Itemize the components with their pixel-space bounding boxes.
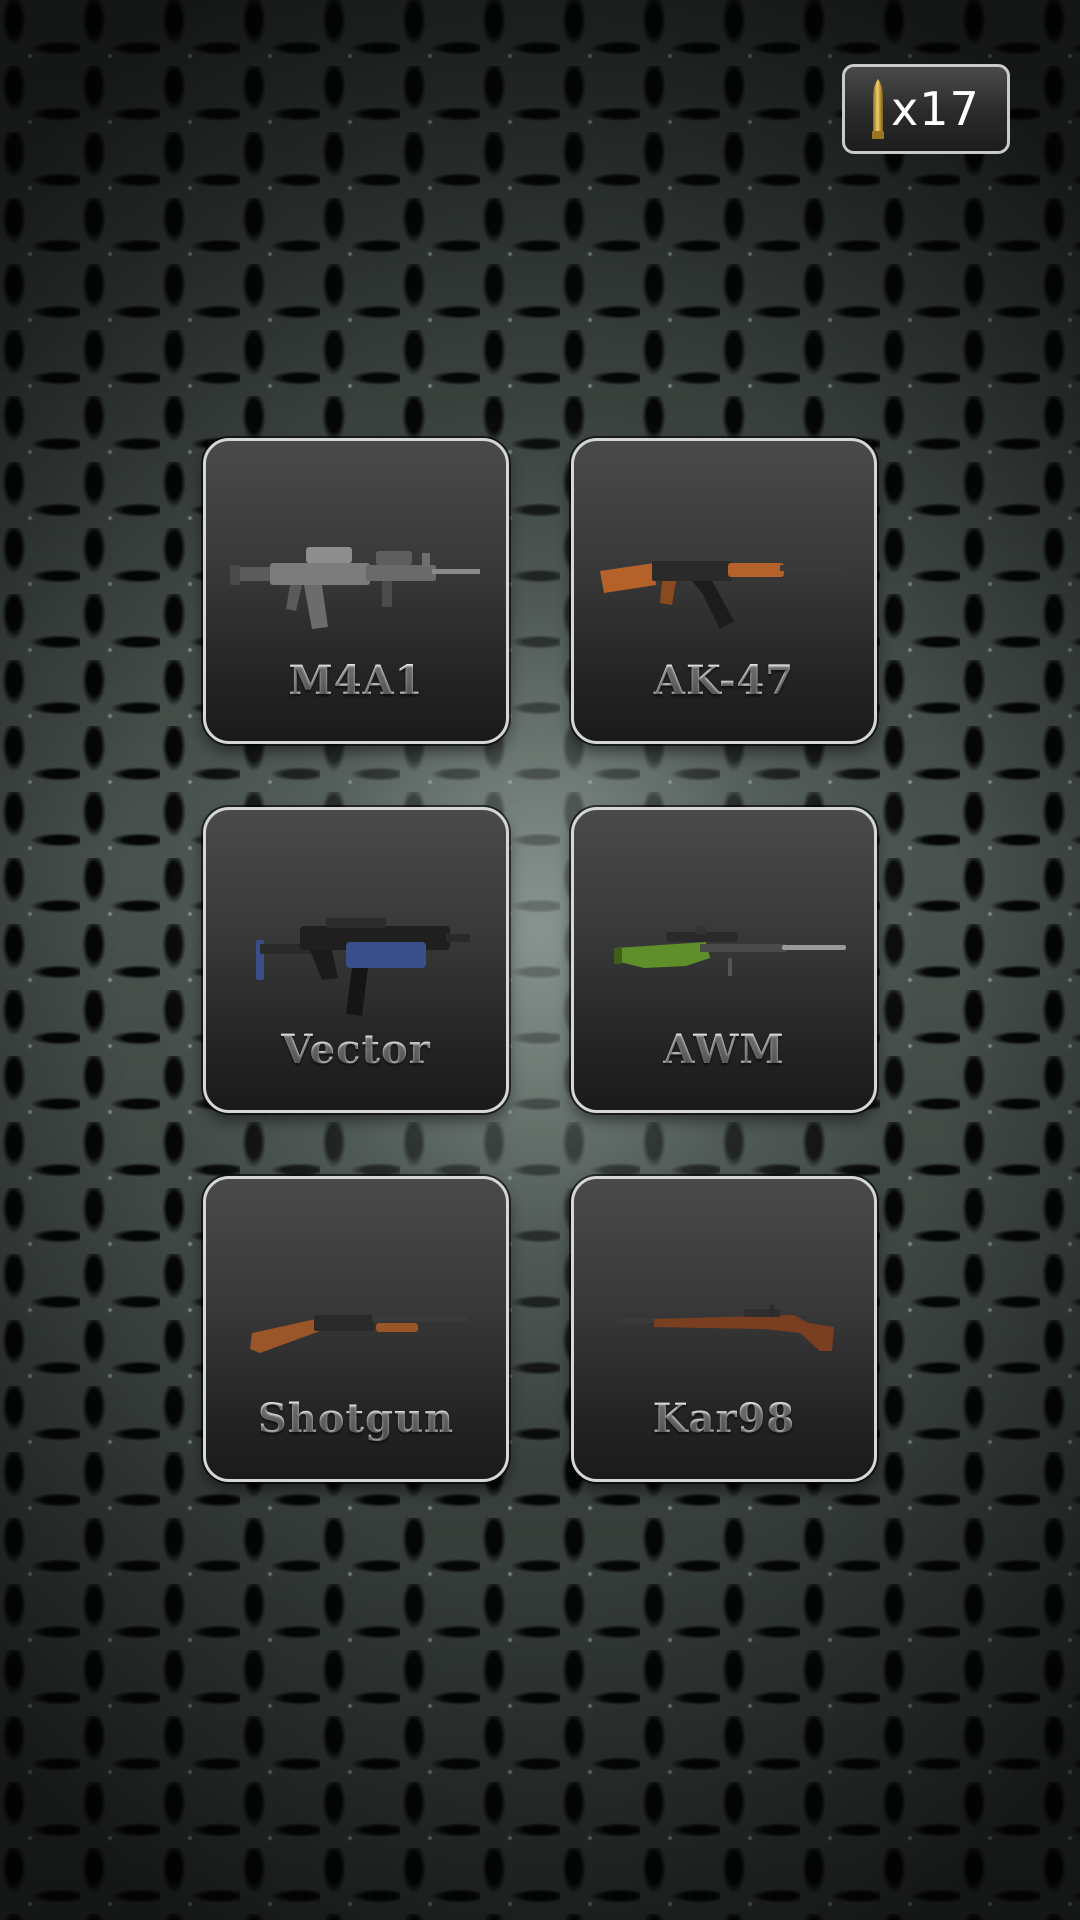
weapon-name: M4A1 — [206, 657, 506, 704]
bolt-action-rifle-icon — [618, 1305, 834, 1351]
weapon-card-kar98[interactable]: Kar98 — [571, 1176, 877, 1482]
weapon-name: AWM — [574, 1026, 874, 1073]
weapon-card-shotgun[interactable]: Shotgun — [203, 1176, 509, 1482]
weapon-card-awm[interactable]: AWM — [571, 807, 877, 1113]
ammo-count: x17 — [891, 82, 980, 136]
weapon-name: AK-47 — [574, 657, 874, 704]
smg-icon — [256, 918, 470, 1016]
sniper-rifle-icon — [614, 926, 846, 976]
weapon-card-ak47[interactable]: AK-47 — [571, 438, 877, 744]
weapon-name: Shotgun — [206, 1395, 506, 1442]
bullet-icon — [872, 79, 884, 139]
assault-rifle-icon — [230, 547, 480, 629]
weapon-name: Kar98 — [574, 1395, 874, 1442]
background-texture — [0, 0, 1080, 1920]
weapon-card-m4a1[interactable]: M4A1 — [203, 438, 509, 744]
weapon-name: Vector — [206, 1026, 506, 1073]
weapon-card-vector[interactable]: Vector — [203, 807, 509, 1113]
ammo-counter: x17 — [842, 64, 1010, 154]
ak47-rifle-icon — [600, 557, 842, 629]
shotgun-icon — [250, 1315, 468, 1353]
